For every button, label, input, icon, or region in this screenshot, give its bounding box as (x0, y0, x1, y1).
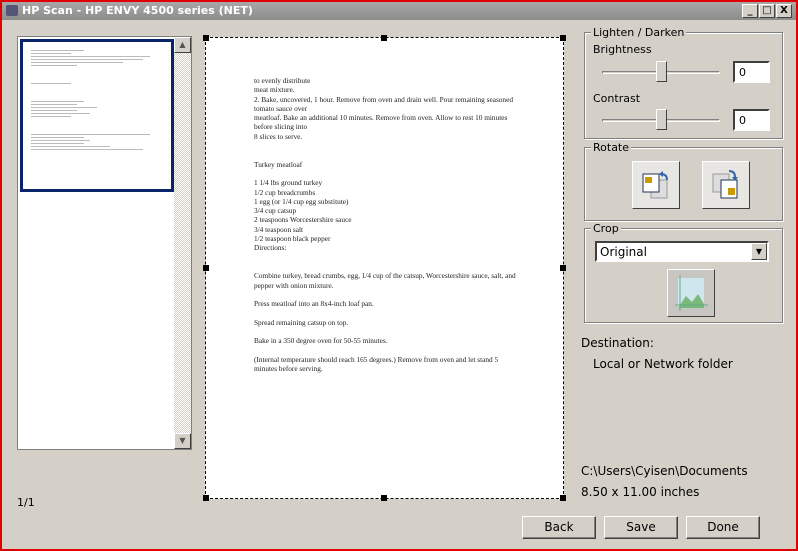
title-bar: HP Scan - HP ENVY 4500 series (NET) _ □ … (2, 2, 796, 20)
document-line: 1 1/4 lbs ground turkey (254, 178, 323, 188)
brightness-input[interactable]: 0 (733, 61, 770, 83)
document-line: Combine turkey, bread crumbs, egg, 1/4 c… (254, 271, 516, 281)
rotate-left-button[interactable] (632, 161, 680, 209)
document-line (254, 346, 544, 355)
lighten-darken-group: Lighten / Darken Brightness 0 Contrast 0 (584, 26, 783, 139)
thumbnail-scrollbar[interactable]: ▲ ▼ (174, 37, 191, 449)
brightness-slider-thumb[interactable] (656, 61, 667, 82)
rotate-left-icon (642, 171, 668, 199)
chevron-down-icon[interactable]: ▼ (751, 243, 767, 260)
document-line: 2 teaspoons Worcestershire sauce (254, 215, 352, 225)
document-line: Press meatloaf into an 8x4-inch loaf pan… (254, 299, 374, 309)
done-button[interactable]: Done (686, 516, 760, 539)
document-line: 3/4 teaspoon salt (254, 224, 304, 234)
destination-value: Local or Network folder (593, 357, 733, 371)
hp-scan-window: HP Scan - HP ENVY 4500 series (NET) _ □ … (0, 0, 798, 551)
page-thumbnail[interactable] (20, 39, 174, 192)
thumbnail-list[interactable]: ▲ ▼ (17, 36, 192, 450)
brightness-label: Brightness (593, 43, 652, 56)
crop-handle[interactable] (381, 35, 387, 41)
document-line: Spread remaining catsup on top. (254, 317, 349, 327)
close-button[interactable]: X (776, 4, 792, 18)
document-line: tomato sauce over (254, 103, 308, 113)
document-line (254, 169, 544, 178)
document-line: pepper with onion mixture. (254, 280, 334, 290)
crop-handle[interactable] (203, 265, 209, 271)
document-line (254, 308, 544, 317)
document-line: Turkey meatloaf (254, 159, 303, 169)
rotate-group: Rotate (584, 141, 783, 221)
maximize-button[interactable]: □ (759, 4, 775, 18)
minimize-button[interactable]: _ (742, 4, 758, 18)
document-line: 1/2 cup breadcrumbs (254, 187, 316, 197)
group-label: Rotate (591, 141, 632, 154)
crop-selected-value: Original (600, 245, 647, 259)
group-label: Lighten / Darken (591, 26, 687, 39)
document-line: Bake in a 350 degree oven for 50-55 minu… (254, 336, 388, 346)
scroll-up-button[interactable]: ▲ (174, 37, 191, 53)
crop-group: Crop Original ▼ (584, 222, 783, 323)
contrast-slider-thumb[interactable] (656, 109, 667, 130)
document-line (254, 150, 544, 159)
scan-preview[interactable]: to evenly distribute meat mixture. 2. Bake… (203, 35, 566, 501)
scroll-down-button[interactable]: ▼ (174, 433, 191, 449)
document-line: 3/4 cup catsup (254, 206, 297, 216)
document-line: meatloaf. Bake an additional 10 minutes.… (254, 113, 508, 123)
document-line (254, 290, 544, 299)
document-line: to evenly distribute (254, 76, 311, 85)
crop-image-icon (675, 275, 708, 311)
document-line (254, 253, 544, 262)
destination-path: C:\Users\Cyisen\Documents (581, 464, 748, 478)
rotate-right-button[interactable] (702, 161, 750, 209)
crop-handle[interactable] (203, 495, 209, 501)
document-line (254, 262, 544, 271)
destination-label: Destination: (581, 336, 654, 350)
crop-handle[interactable] (560, 495, 566, 501)
contrast-input[interactable]: 0 (733, 109, 770, 131)
document-line: 1 egg (or 1/4 cup egg substitute) (254, 196, 349, 206)
page-size: 8.50 x 11.00 inches (581, 485, 700, 499)
document-line: Directions: (254, 243, 287, 253)
crop-handle[interactable] (381, 495, 387, 501)
document-line: 8 slices to serve. (254, 131, 303, 141)
document-line (254, 327, 544, 336)
document-line: 2. Bake, uncovered, 1 hour. Remove from … (254, 94, 513, 104)
document-line: before slicing into (254, 122, 308, 132)
document-line: meat mixture. (254, 85, 295, 95)
page-indicator: 1/1 (17, 496, 35, 509)
document-text: to evenly distribute meat mixture. 2. Bake… (254, 76, 544, 374)
crop-handle[interactable] (560, 265, 566, 271)
save-button[interactable]: Save (604, 516, 678, 539)
rotate-right-icon (712, 170, 738, 199)
group-label: Crop (591, 222, 621, 235)
contrast-label: Contrast (593, 92, 641, 105)
document-line: minutes before serving. (254, 364, 323, 374)
document-line: 1/2 teaspoon black pepper (254, 234, 331, 244)
document-line: (Internal temperature should reach 165 d… (254, 354, 499, 364)
crop-handle[interactable] (203, 35, 209, 41)
document-line (254, 141, 544, 150)
auto-crop-button[interactable] (667, 269, 715, 317)
crop-handle[interactable] (560, 35, 566, 41)
app-icon (6, 5, 18, 16)
crop-select[interactable]: Original ▼ (595, 241, 769, 262)
window-title: HP Scan - HP ENVY 4500 series (NET) (22, 4, 253, 17)
back-button[interactable]: Back (522, 516, 596, 539)
